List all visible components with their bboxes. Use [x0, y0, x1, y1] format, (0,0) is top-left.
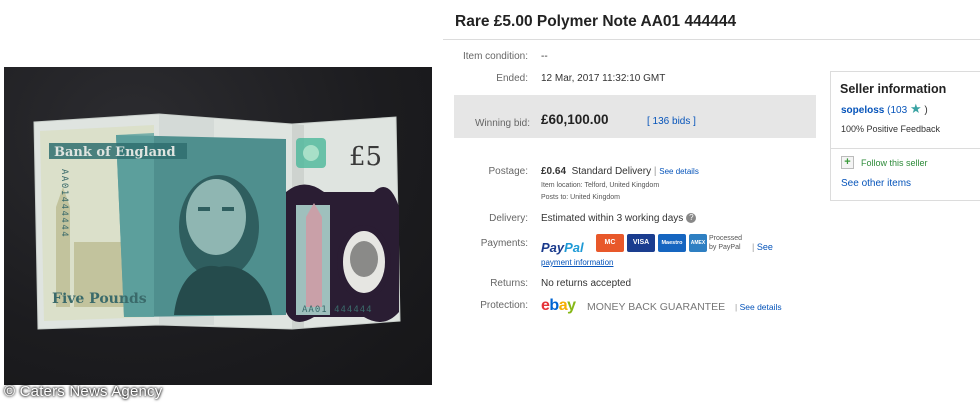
postage-method: Standard Delivery [571, 166, 652, 177]
processed-line-2: by PayPal [709, 244, 741, 251]
protection-details[interactable]: | See details [735, 302, 782, 312]
separator: | [735, 302, 738, 312]
bid-history-link[interactable]: [ 136 bids ] [647, 116, 696, 127]
seller-divider [831, 148, 980, 149]
positive-feedback: 100% Positive Feedback [841, 124, 941, 134]
card-amex-text: AMEX [690, 240, 706, 246]
card-maestro-text: Maestro [661, 240, 683, 246]
payments-label: Payments: [480, 238, 528, 249]
star-icon: ★ [909, 101, 922, 116]
follow-seller-link[interactable]: Follow this seller [861, 158, 928, 168]
photo-credit: © Caters News Agency [4, 383, 163, 400]
postage-label: Postage: [488, 166, 528, 177]
item-condition-label: Item condition: [462, 51, 528, 62]
paypal-logo-part-2: Pal [564, 240, 584, 255]
posts-to: Posts to: United Kingdom [541, 194, 620, 201]
note-value: £5 [349, 142, 382, 172]
seller-info-heading: Seller information [840, 82, 947, 96]
ebay-logo-y: y [567, 297, 576, 314]
note-serial-vertical: AA01444444 [59, 169, 69, 238]
item-location: Item location: Telford, United Kingdom [541, 182, 660, 189]
ended-label: Ended: [496, 73, 528, 84]
postage-line: £0.64 Standard Delivery | See details [541, 166, 699, 177]
amex-icon: AMEX [689, 234, 707, 252]
winning-bid-label: Winning bid: [474, 118, 530, 129]
seller-feedback-score[interactable]: (103 [887, 105, 907, 116]
returns-label: Returns: [490, 278, 528, 289]
see-other-items-link[interactable]: See other items [841, 178, 911, 189]
paypal-logo-part-1: Pay [541, 240, 565, 255]
card-visa-text: VISA [632, 239, 650, 246]
seller-username[interactable]: sopeloss [841, 105, 884, 116]
info-icon[interactable]: ? [686, 213, 697, 224]
protection-label: Protection: [480, 300, 528, 311]
payment-see-link[interactable]: | See [752, 242, 773, 252]
returns-value: No returns accepted [541, 278, 632, 289]
winning-bid-amount: £60,100.00 [541, 112, 609, 127]
payment-see-text[interactable]: See [757, 242, 773, 252]
ebay-logo-b: b [549, 297, 559, 314]
title-divider [443, 39, 980, 40]
maestro-icon: Maestro [658, 234, 686, 252]
seller-feedback-close: ) [924, 105, 928, 116]
ebay-logo-a: a [558, 297, 568, 314]
plus-icon[interactable]: + [841, 156, 854, 169]
delivery-value: Estimated within 3 working days [541, 213, 684, 224]
note-bank-name: Bank of England [54, 145, 176, 160]
postage-details-link[interactable]: See details [659, 167, 699, 176]
ended-value: 12 Mar, 2017 11:32:10 GMT [541, 73, 666, 84]
mastercard-icon: MC [596, 234, 624, 252]
money-back-guarantee: MONEY BACK GUARANTEE [587, 301, 726, 313]
protection-details-link[interactable]: See details [740, 302, 782, 312]
item-condition-value: -- [541, 51, 548, 62]
seller-identity: sopeloss (103 ★ ) [841, 101, 928, 117]
delivery-label: Delivery: [489, 213, 528, 224]
separator: | [653, 166, 657, 177]
visa-icon: VISA [627, 234, 655, 252]
delivery-line: Estimated within 3 working days? [541, 213, 697, 224]
processed-line-1: Processed [709, 235, 743, 242]
postage-cost: £0.64 [541, 166, 567, 177]
note-serial: AA01 444444 [302, 305, 373, 315]
winning-bid-panel [454, 95, 816, 138]
listing-photo[interactable]: Bank of England AA01444444 Five Pounds £… [4, 67, 432, 385]
separator: | [752, 242, 755, 252]
paypal-logo: PayPal [541, 240, 584, 255]
listing-title: Rare £5.00 Polymer Note AA01 444444 [455, 13, 737, 30]
card-mastercard-text: MC [604, 239, 616, 246]
banknote-image: Bank of England AA01444444 Five Pounds £… [33, 113, 401, 330]
note-words: Five Pounds [52, 291, 147, 307]
ebay-logo: ebay [541, 297, 576, 315]
payment-information-link[interactable]: payment information [541, 258, 613, 267]
processed-by-paypal: Processed by PayPal [709, 234, 742, 252]
